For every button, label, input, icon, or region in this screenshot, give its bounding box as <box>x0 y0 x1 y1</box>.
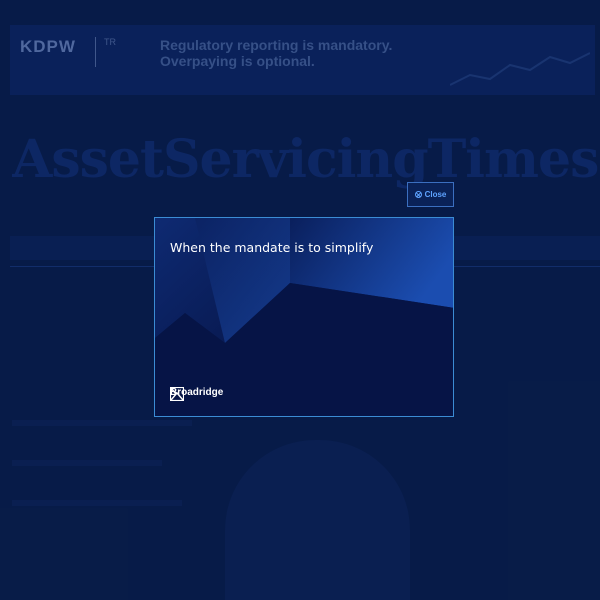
close-button[interactable]: Close <box>407 182 454 207</box>
close-label: Close <box>424 190 447 199</box>
broadridge-brand[interactable]: Broadridge <box>170 387 223 401</box>
modal-title: When the mandate is to simplify <box>170 240 374 255</box>
broadridge-logo-icon <box>170 387 184 401</box>
close-icon <box>414 191 422 198</box>
ad-modal[interactable]: When the mandate is to simplify Broadrid… <box>154 217 454 417</box>
